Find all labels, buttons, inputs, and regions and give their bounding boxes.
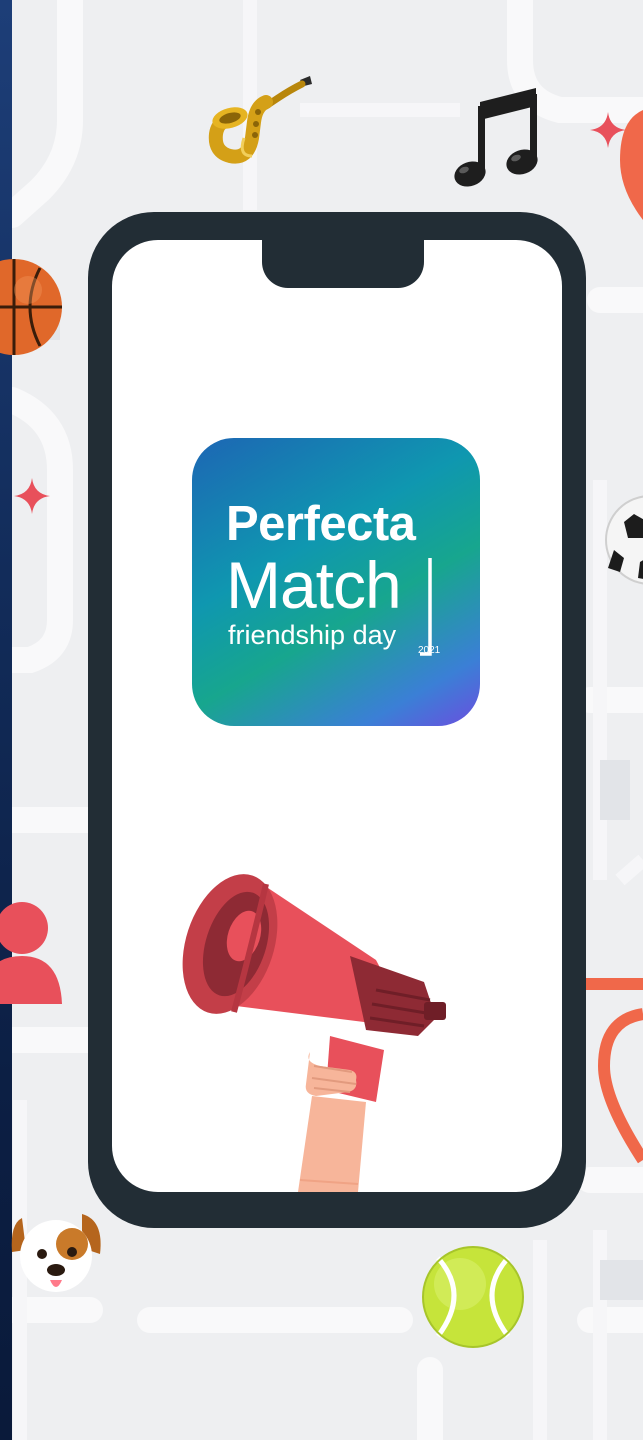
music-note-icon xyxy=(454,88,538,187)
saxophone-icon xyxy=(208,76,312,164)
map-pin-icon xyxy=(584,978,643,1164)
tennis-ball-icon xyxy=(422,1246,524,1348)
person-icon xyxy=(0,902,62,1004)
logo-hook-stroke xyxy=(420,557,432,656)
phone-notch xyxy=(262,233,424,288)
map-pin-icon xyxy=(620,110,643,220)
basketball-icon xyxy=(0,259,62,355)
poster-background: Perfecta Match friendship day 2021 xyxy=(0,0,643,1440)
app-icon-perfecta-match[interactable]: Perfecta Match friendship day 2021 xyxy=(192,438,480,726)
dog-face-icon xyxy=(11,1214,101,1292)
soccer-ball-icon xyxy=(605,495,643,585)
megaphone-icon xyxy=(182,874,446,1192)
sparkle-icon xyxy=(14,478,50,514)
